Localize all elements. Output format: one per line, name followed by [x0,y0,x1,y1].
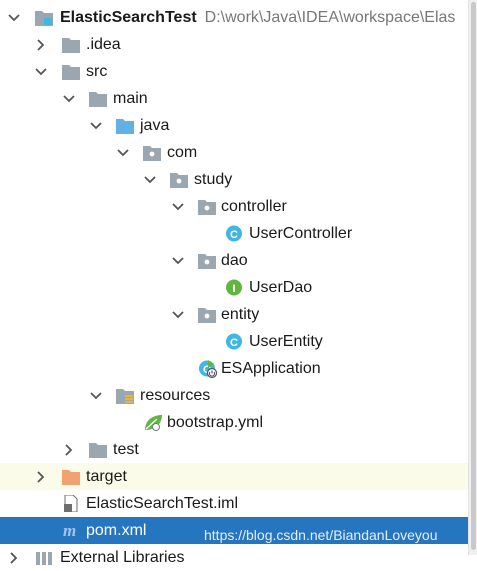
tree-label-es-application: ESApplication [221,360,321,377]
spring-leaf-icon [143,414,162,431]
tree-node-idea[interactable]: .idea [0,31,468,58]
project-tree: ElasticSearchTest D:\work\Java\IDEA\works… [0,0,468,566]
module-folder-icon [35,9,53,26]
tree-label-test: test [113,441,139,458]
chevron-down-icon[interactable] [171,200,185,214]
tree-label-entity: entity [221,306,260,323]
tree-node-main[interactable]: main [0,85,468,112]
tree-label-bootstrap-yml: bootstrap.yml [167,414,264,431]
project-path: D:\work\Java\IDEA\workspace\Elas [204,9,456,26]
vertical-scrollbar[interactable] [468,0,477,555]
spring-boot-application-class-icon: C [198,360,218,379]
tree-label-pom-xml: pom.xml [86,522,147,539]
chevron-down-icon[interactable] [89,389,103,403]
tree-node-study[interactable]: study [0,166,468,193]
tree-label-user-entity: UserEntity [249,333,323,350]
tree-node-controller[interactable]: controller [0,193,468,220]
chevron-down-icon[interactable] [62,92,76,106]
tree-node-java[interactable]: java [0,112,468,139]
tree-label-com: com [167,144,198,161]
chevron-right-icon[interactable] [34,470,48,484]
tree-node-es-application[interactable]: C ESApplication [0,355,468,382]
tree-label-main: main [113,90,148,107]
tree-node-resources[interactable]: resources [0,382,468,409]
libraries-icon [35,549,53,566]
class-icon: C [225,333,243,350]
tree-node-user-entity[interactable]: C UserEntity [0,328,468,355]
tree-label-user-dao: UserDao [249,279,313,296]
package-icon [143,144,161,161]
class-icon: C [225,225,243,242]
package-icon [198,252,216,269]
svg-text:m: m [63,522,76,539]
module-file-icon [62,494,80,513]
tree-node-dao[interactable]: dao [0,247,468,274]
chevron-down-icon[interactable] [143,173,157,187]
package-icon [170,171,188,188]
tree-node-user-dao[interactable]: I UserDao [0,274,468,301]
source-folder-icon [116,117,134,134]
folder-icon [62,63,80,80]
interface-icon-letter: I [232,283,235,295]
tree-label-iml-file: ElasticSearchTest.iml [86,495,239,512]
chevron-down-icon[interactable] [34,65,48,79]
interface-icon: I [225,279,243,296]
chevron-right-icon[interactable] [7,551,21,565]
folder-icon [89,441,107,458]
tree-node-target[interactable]: target [0,463,468,490]
class-icon-letter: C [230,229,238,241]
tree-node-bootstrap-yml[interactable]: bootstrap.yml [0,409,468,436]
chevron-down-icon[interactable] [7,11,21,25]
tree-label-src: src [86,63,108,80]
chevron-down-icon[interactable] [171,308,185,322]
project-name: ElasticSearchTest D:\work\Java\IDEA\works… [60,9,456,26]
tree-label-java: java [140,117,170,134]
tree-label-study: study [194,171,233,188]
tree-node-user-controller[interactable]: C UserController [0,220,468,247]
package-icon [198,198,216,215]
folder-icon [89,90,107,107]
tree-label-external-libraries: External Libraries [60,549,185,566]
chevron-down-icon[interactable] [89,119,103,133]
tree-node-iml-file[interactable]: ElasticSearchTest.iml [0,490,468,517]
chevron-down-icon[interactable] [171,254,185,268]
chevron-right-icon[interactable] [62,443,76,457]
folder-icon [62,36,80,53]
tree-node-src[interactable]: src [0,58,468,85]
tree-label-controller: controller [221,198,287,215]
tree-node-project-root[interactable]: ElasticSearchTest D:\work\Java\IDEA\works… [0,4,468,31]
scrollbar-thumb[interactable] [471,2,476,550]
chevron-down-icon[interactable] [116,146,130,160]
class-icon-letter: C [230,337,238,349]
package-icon [198,306,216,323]
tree-label-user-controller: UserController [249,225,353,242]
excluded-folder-icon [62,468,80,485]
maven-m-icon: m [62,521,80,540]
tree-node-external-libraries[interactable]: External Libraries [0,544,468,571]
tree-node-pom-xml[interactable]: m pom.xml [0,517,468,544]
tree-node-com[interactable]: com [0,139,468,166]
tree-node-entity[interactable]: entity [0,301,468,328]
tree-node-test[interactable]: test [0,436,468,463]
tree-label-dao: dao [221,252,248,269]
tree-label-target: target [86,468,127,485]
resources-folder-icon [116,387,134,404]
tree-label-resources: resources [140,387,211,404]
tree-label-idea: .idea [86,36,121,53]
chevron-right-icon[interactable] [34,38,48,52]
